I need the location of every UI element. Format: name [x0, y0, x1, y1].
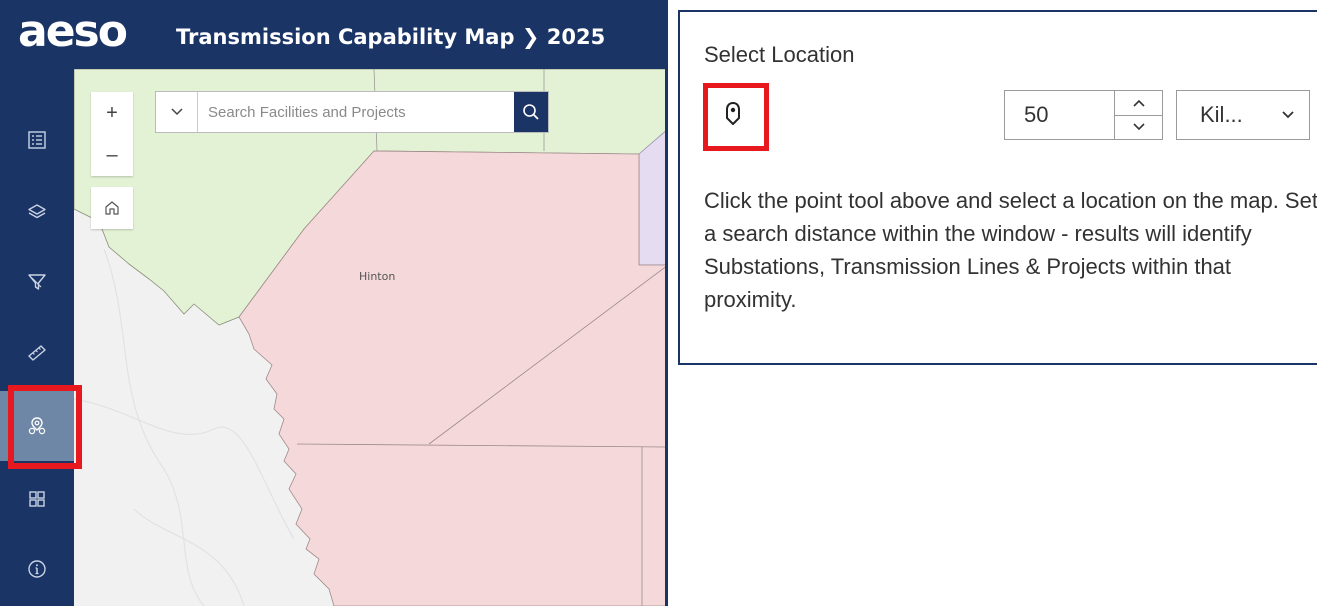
sidebar-item-legend[interactable] — [0, 105, 74, 175]
filter-icon — [28, 274, 46, 290]
home-button[interactable] — [91, 187, 133, 229]
app-title: Transmission Capability Map ❯ 2025 — [176, 25, 606, 49]
map-view[interactable]: Hinton + – — [74, 69, 668, 606]
panel-description: Click the point tool above and select a … — [704, 188, 1317, 312]
chevron-down-icon — [1282, 111, 1294, 119]
home-icon — [105, 201, 119, 215]
chevron-down-icon — [1132, 123, 1145, 131]
sidebar-item-filter[interactable] — [0, 247, 74, 317]
sidebar-item-basemap[interactable] — [0, 464, 74, 534]
decrement-button[interactable] — [1115, 114, 1162, 140]
ruler-icon — [28, 345, 46, 361]
chevron-up-icon — [1132, 99, 1145, 107]
aeso-logo: aeso — [18, 6, 128, 57]
chevron-down-icon — [170, 108, 183, 116]
stepper-buttons — [1114, 91, 1162, 139]
search-icon — [523, 104, 539, 120]
point-tool-button[interactable] — [717, 97, 749, 131]
zoom-out-button[interactable]: – — [91, 134, 133, 176]
map-pin-icon — [726, 102, 740, 125]
search-widget — [155, 91, 549, 133]
sidebar-item-about[interactable] — [0, 534, 74, 604]
search-source-dropdown[interactable] — [156, 92, 198, 132]
legend-icon — [28, 131, 46, 149]
sidebar — [0, 69, 74, 606]
grid-icon — [29, 491, 45, 507]
distance-input[interactable] — [1005, 91, 1114, 139]
panel-title: Select Location — [704, 42, 855, 67]
search-button[interactable] — [514, 92, 548, 132]
sidebar-item-proximity[interactable] — [0, 391, 74, 461]
zoom-controls: + – — [91, 92, 133, 176]
map-place-label: Hinton — [359, 270, 396, 283]
app-header: aeso Transmission Capability Map ❯ 2025 — [0, 0, 668, 69]
unit-select[interactable]: Kil... — [1176, 90, 1310, 140]
map-regions — [74, 69, 665, 606]
search-input[interactable] — [198, 92, 514, 132]
layers-icon — [28, 204, 46, 219]
sidebar-item-measure[interactable] — [0, 317, 74, 387]
unit-select-value: Kil... — [1200, 102, 1243, 127]
sidebar-item-layers[interactable] — [0, 177, 74, 247]
increment-button[interactable] — [1115, 91, 1162, 115]
zoom-in-button[interactable]: + — [91, 92, 133, 134]
map-app: aeso Transmission Capability Map ❯ 2025 — [0, 0, 668, 606]
location-search-icon — [28, 417, 46, 435]
distance-stepper — [1004, 90, 1163, 140]
info-icon — [28, 560, 46, 578]
select-location-panel: Select Location Kil... Clic — [678, 10, 1317, 365]
